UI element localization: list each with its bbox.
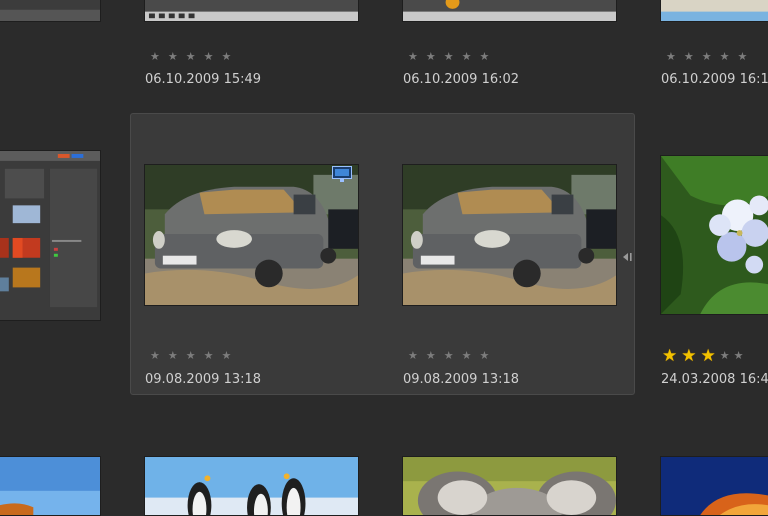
thumbnail-image-r2c1[interactable] [144, 456, 359, 516]
star-outline-icon[interactable]: ★ [720, 349, 730, 363]
thumbnail-date-r1c1: 09.08.2009 13:18 [145, 372, 262, 387]
thumbnail-date-r0c2: 06.10.2009 16:02 [403, 72, 520, 87]
star-outline-icon[interactable]: ★ [426, 349, 436, 363]
star-outline-icon[interactable]: ★ [222, 349, 232, 363]
star-outline-icon[interactable]: ★ [186, 50, 196, 64]
star-filled-icon[interactable]: ★ [662, 348, 677, 365]
star-outline-icon[interactable]: ★ [168, 50, 178, 64]
star-outline-icon[interactable]: ★ [222, 50, 232, 64]
star-outline-icon[interactable]: ★ [426, 50, 436, 64]
star-outline-icon[interactable]: ★ [150, 349, 160, 363]
thumbnail-image-r0c2[interactable] [402, 0, 617, 22]
star-outline-icon[interactable]: ★ [408, 349, 418, 363]
star-outline-icon[interactable]: ★ [738, 50, 748, 64]
thumbnail-date-r0c1: 06.10.2009 15:49 [145, 72, 262, 87]
star-filled-icon[interactable]: ★ [701, 348, 716, 365]
rating-stars-r1c1[interactable]: ★ ★ ★ ★ ★ [150, 349, 231, 363]
star-outline-icon[interactable]: ★ [666, 50, 676, 64]
star-outline-icon[interactable]: ★ [444, 50, 454, 64]
thumbnail-image-r1c2[interactable] [402, 164, 617, 306]
thumbnail-grid: ★ ★ ★ ★ ★ 06.10.2009 15:49 ★ ★ ★ ★ ★ 06.10.2009 … [0, 0, 768, 516]
thumbnail-image-r1c3[interactable] [660, 155, 768, 315]
thumbnail-date-r1c2: 09.08.2009 13:18 [403, 372, 520, 387]
star-outline-icon[interactable]: ★ [150, 50, 160, 64]
thumbnail-image-r1c1[interactable] [144, 164, 359, 306]
star-outline-icon[interactable]: ★ [480, 349, 490, 363]
star-outline-icon[interactable]: ★ [168, 349, 178, 363]
rating-stars-r0c3[interactable]: ★ ★ ★ ★ ★ [666, 50, 747, 64]
star-outline-icon[interactable]: ★ [186, 349, 196, 363]
star-outline-icon[interactable]: ★ [684, 50, 694, 64]
expand-arrow-icon[interactable] [621, 248, 633, 261]
thumbnail-image-r0c3[interactable] [660, 0, 768, 22]
thumbnail-image-r2c2[interactable] [402, 456, 617, 516]
star-outline-icon[interactable]: ★ [408, 50, 418, 64]
rating-stars-r0c2[interactable]: ★ ★ ★ ★ ★ [408, 50, 489, 64]
star-outline-icon[interactable]: ★ [462, 50, 472, 64]
thumbnail-image-r2c3[interactable] [660, 456, 768, 516]
rating-stars-r1c2[interactable]: ★ ★ ★ ★ ★ [408, 349, 489, 363]
star-outline-icon[interactable]: ★ [480, 50, 490, 64]
thumbnail-image-r1c0[interactable] [0, 150, 101, 321]
thumbnail-image-r2c0[interactable] [0, 456, 101, 516]
rating-stars-r1c3[interactable]: ★ ★ ★ ★ ★ [662, 348, 744, 365]
star-outline-icon[interactable]: ★ [444, 349, 454, 363]
star-outline-icon[interactable]: ★ [702, 50, 712, 64]
thumbnail-image-r0c0[interactable] [0, 0, 101, 22]
star-outline-icon[interactable]: ★ [204, 50, 214, 64]
star-outline-icon[interactable]: ★ [462, 349, 472, 363]
star-outline-icon[interactable]: ★ [720, 50, 730, 64]
rating-stars-r0c1[interactable]: ★ ★ ★ ★ ★ [150, 50, 231, 64]
thumbnail-date-r1c3: 24.03.2008 16:4 [661, 372, 768, 387]
star-outline-icon[interactable]: ★ [204, 349, 214, 363]
star-filled-icon[interactable]: ★ [681, 348, 696, 365]
monitor-icon [332, 166, 352, 182]
thumbnail-image-r0c1[interactable] [144, 0, 359, 22]
thumbnail-date-r0c3: 06.10.2009 16:1 [661, 72, 768, 87]
star-outline-icon[interactable]: ★ [734, 349, 744, 363]
